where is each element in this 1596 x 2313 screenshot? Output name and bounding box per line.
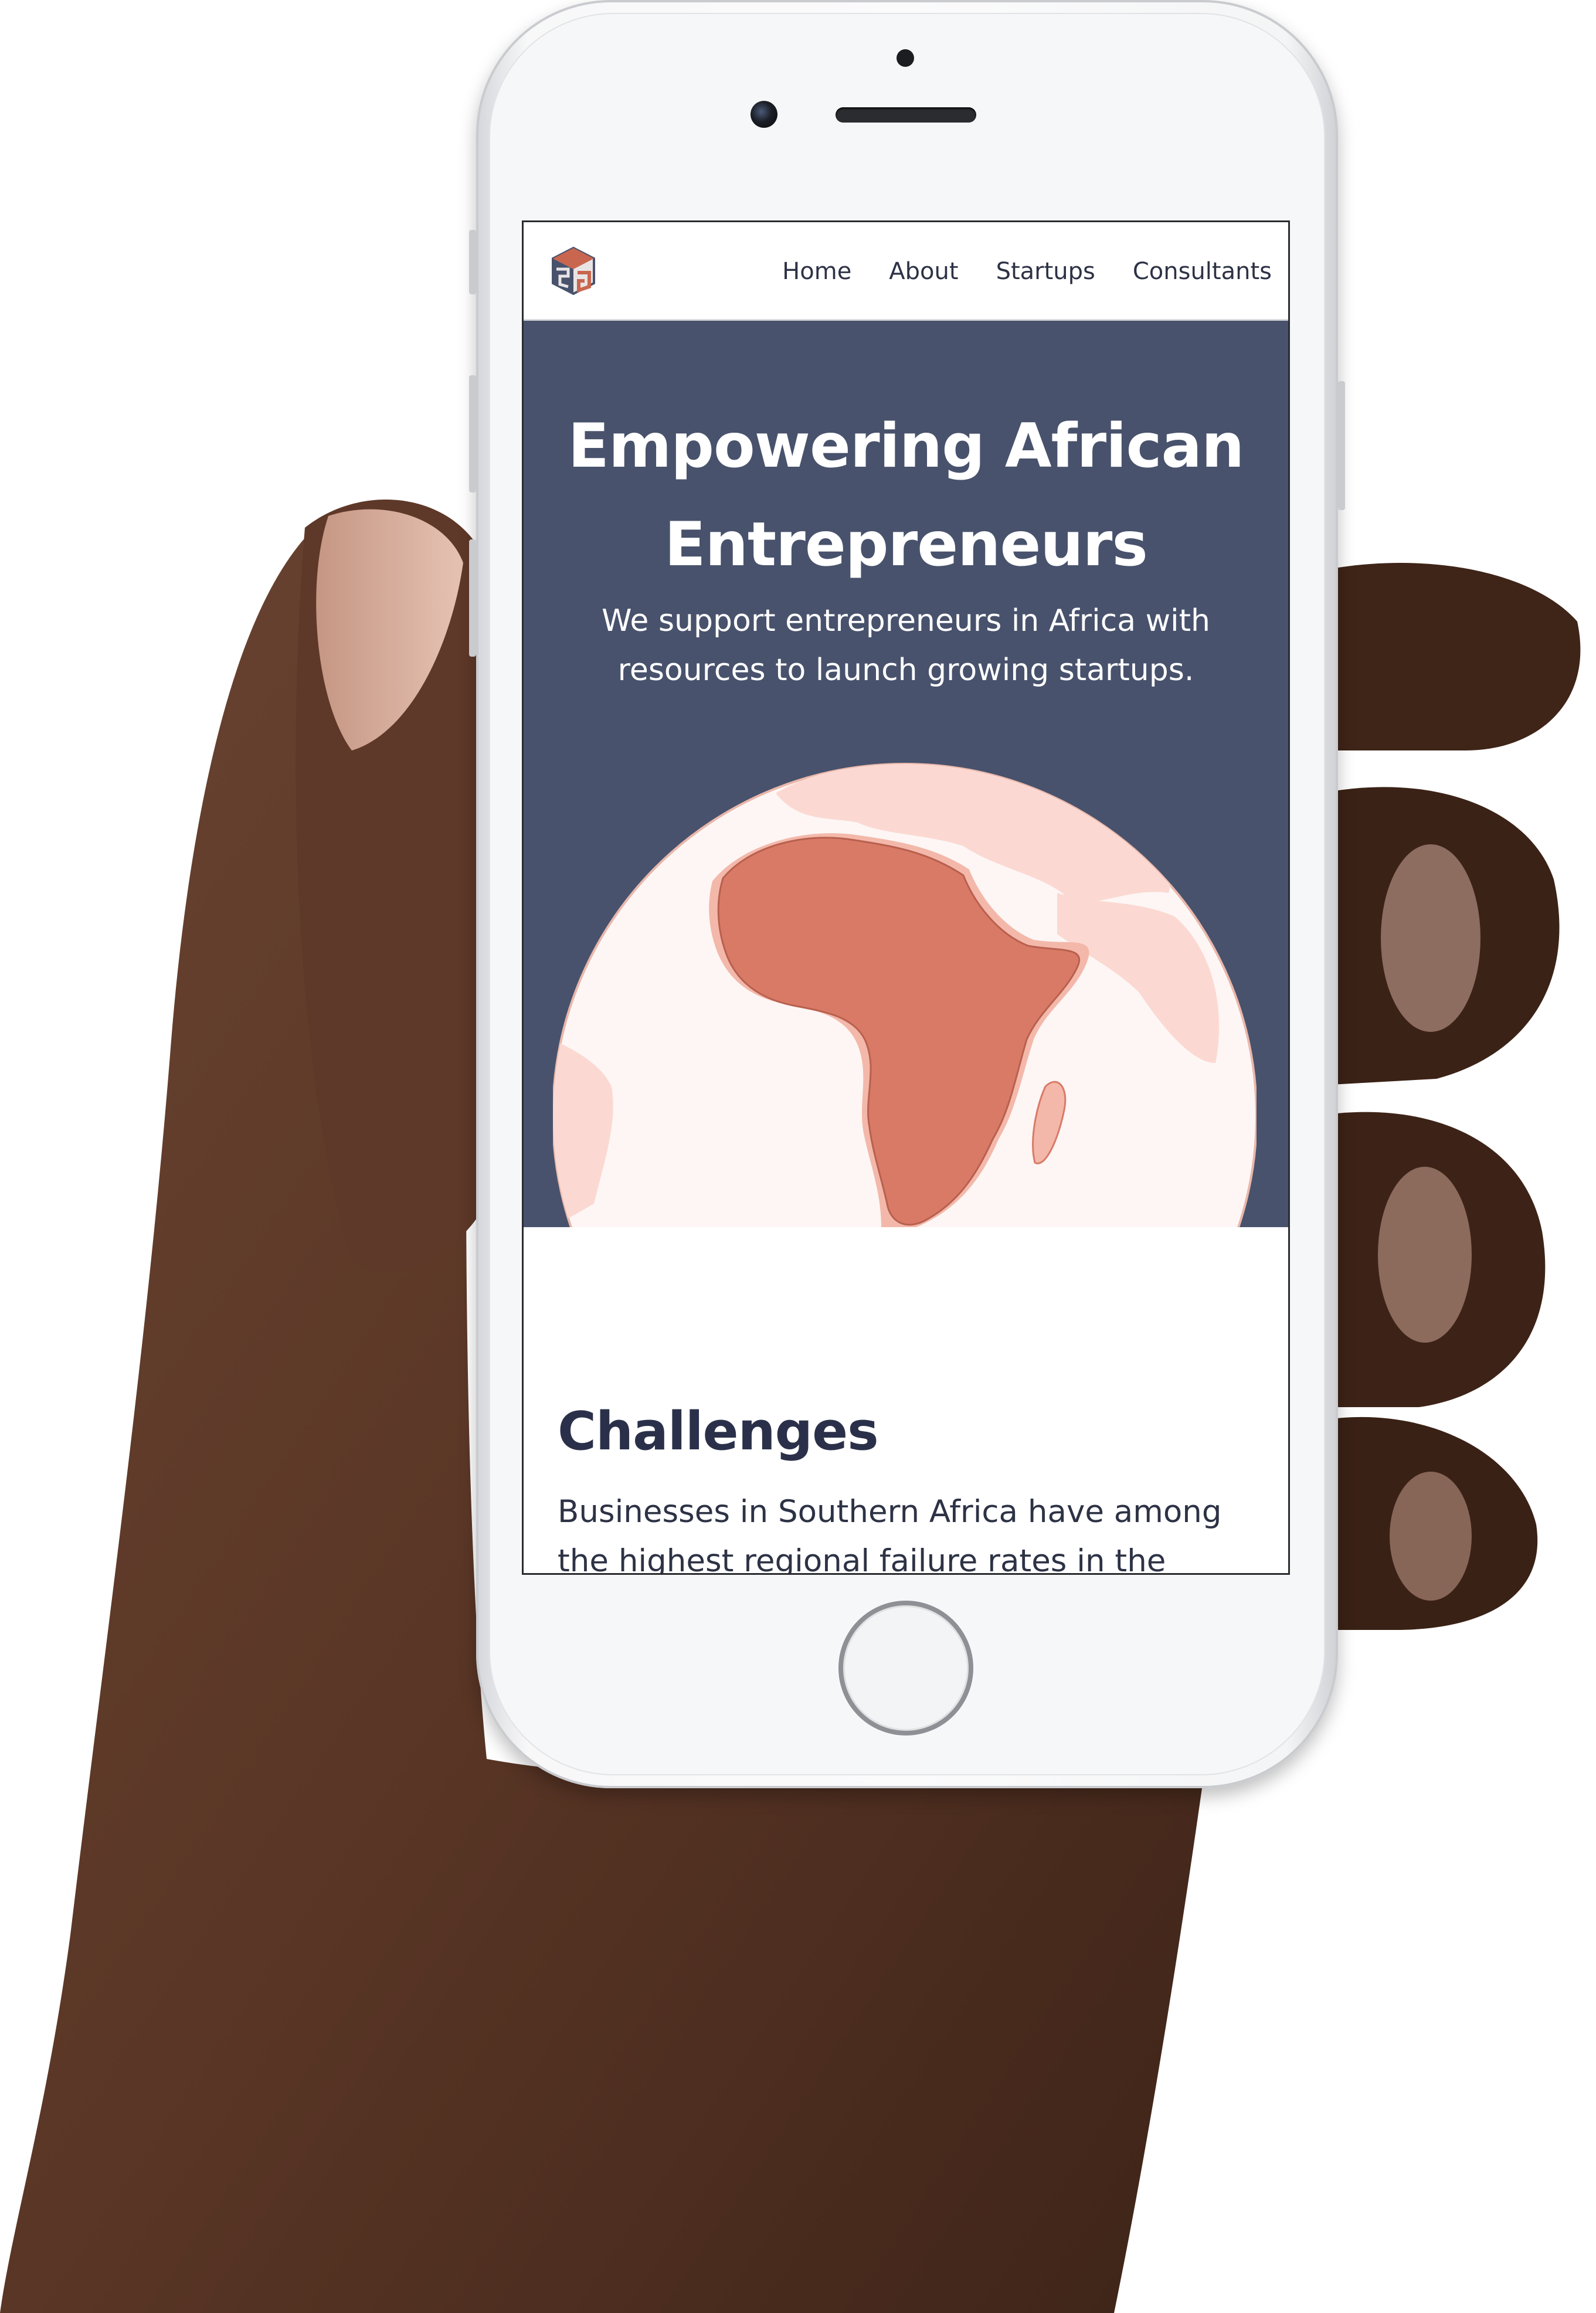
volume-down-button [469, 539, 476, 657]
nav-link-home[interactable]: Home [782, 258, 851, 285]
phone-screen: Home About Startups Consultants Empoweri… [522, 220, 1290, 1575]
proximity-sensor [897, 49, 914, 67]
front-camera-icon [751, 101, 777, 128]
nav-links: Home About Startups Consultants [782, 222, 1272, 321]
navbar: Home About Startups Consultants [524, 222, 1288, 321]
hero-section: Empowering African Entrepreneurs We supp… [524, 321, 1288, 1227]
globe-africa-icon [553, 763, 1257, 1227]
nav-link-consultants[interactable]: Consultants [1133, 258, 1272, 285]
challenges-section: Challenges Businesses in Southern Africa… [524, 1227, 1288, 1575]
volume-up-button [469, 375, 476, 493]
home-button[interactable] [838, 1601, 973, 1735]
challenges-text: Businesses in Southern Africa have among… [558, 1494, 1222, 1575]
power-button [1338, 381, 1345, 510]
challenges-title: Challenges [558, 1401, 879, 1462]
mute-switch [469, 230, 476, 294]
hero-subtitle: We support entrepreneurs in Africa with … [602, 603, 1210, 688]
nav-link-about[interactable]: About [889, 258, 958, 285]
nav-link-startups[interactable]: Startups [996, 258, 1095, 285]
earpiece-speaker [836, 107, 976, 123]
hero-title: Empowering African Entrepreneurs [568, 411, 1245, 580]
logo-icon[interactable] [548, 246, 599, 296]
